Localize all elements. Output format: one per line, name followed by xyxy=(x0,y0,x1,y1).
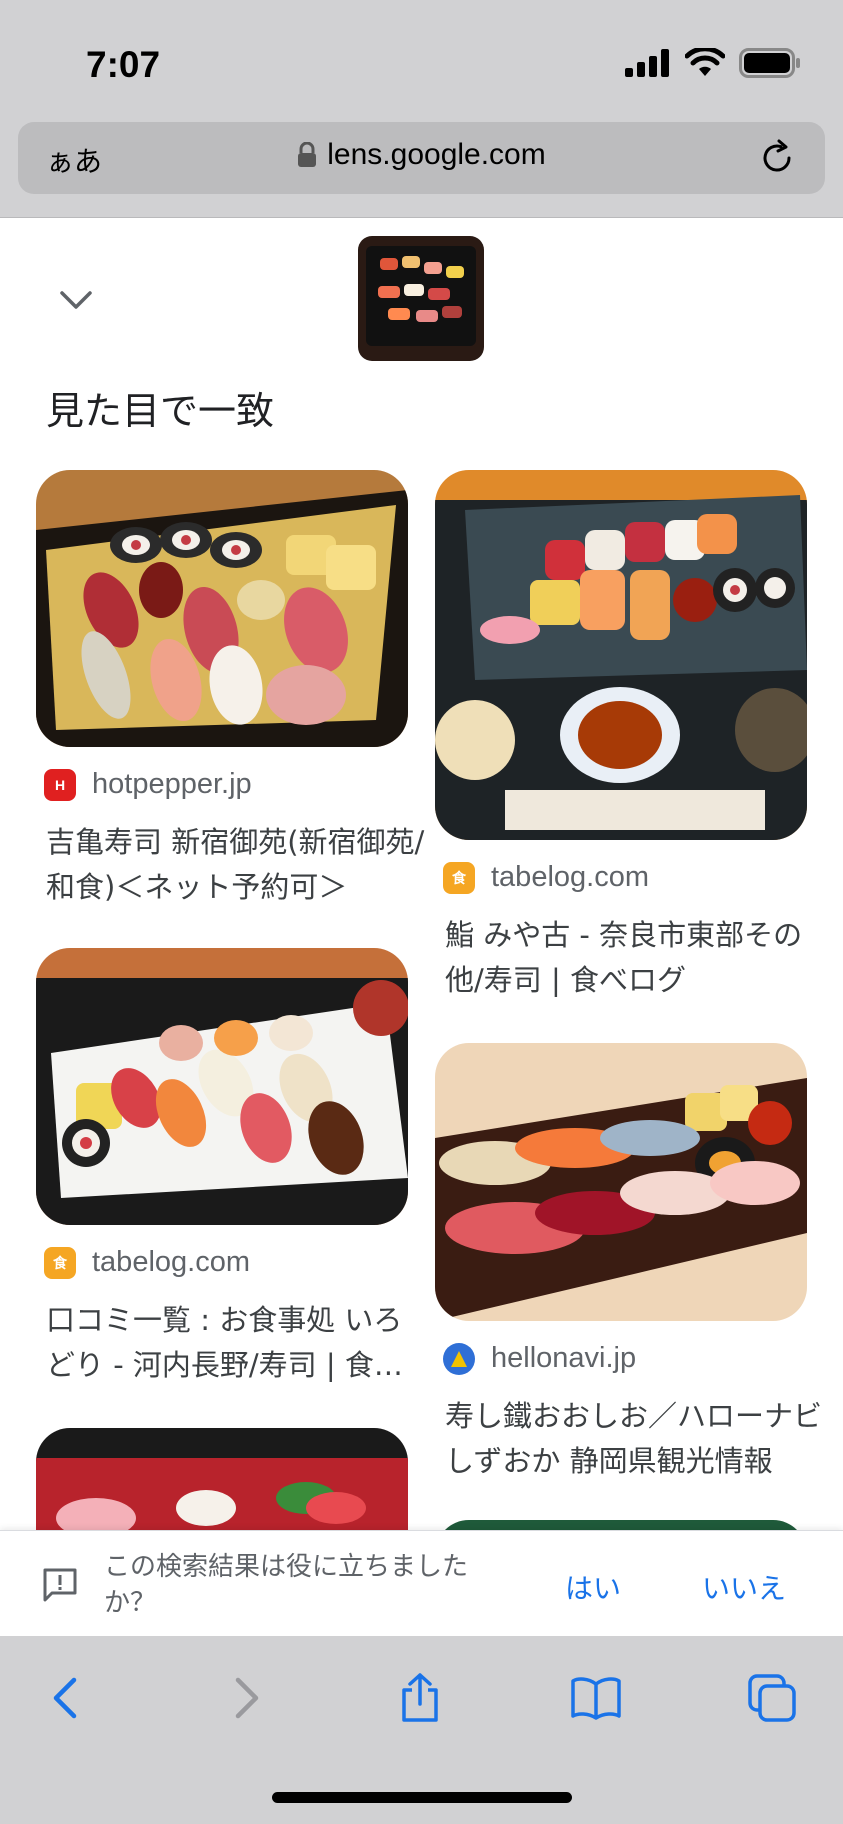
query-image-thumbnail[interactable] xyxy=(358,236,484,361)
result-caption-2[interactable]: 鮨 みや古 - 奈良市東部その他/寿司 | 食べログ xyxy=(445,913,825,1003)
feedback-bar: この検索結果は役に立ちましたか？ はい いいえ xyxy=(0,1530,843,1636)
wifi-icon xyxy=(685,48,725,76)
forward-icon[interactable] xyxy=(220,1672,272,1724)
hotpepper-favicon-icon: H xyxy=(44,768,76,801)
signal-icon xyxy=(625,49,669,77)
result-image-2[interactable] xyxy=(435,470,807,840)
result-source-2[interactable]: 食 tabelog.com xyxy=(443,861,649,894)
section-title: 見た目で一致 xyxy=(46,389,275,433)
result-caption-1[interactable]: 吉亀寿司 新宿御苑(新宿御苑/和食)＜ネット予約可＞ xyxy=(46,820,426,910)
tabelog-favicon-icon: 食 xyxy=(443,861,475,894)
bookmarks-icon[interactable] xyxy=(570,1672,622,1724)
result-source-4[interactable]: hellonavi.jp xyxy=(443,1342,636,1375)
lock-icon xyxy=(298,142,317,167)
hellonavi-favicon-icon xyxy=(443,1342,475,1375)
share-icon[interactable] xyxy=(394,1672,446,1724)
reload-icon[interactable] xyxy=(757,138,797,178)
feedback-question: この検索結果は役に立ちましたか？ xyxy=(104,1552,469,1618)
result-image-4[interactable] xyxy=(435,1043,807,1321)
address-bar[interactable]: ぁあ lens.google.com xyxy=(18,122,825,194)
feedback-yes-button[interactable]: はい xyxy=(565,1567,621,1607)
status-icons xyxy=(625,48,801,78)
feedback-no-button[interactable]: いいえ xyxy=(702,1567,786,1607)
tabs-icon[interactable] xyxy=(746,1672,798,1724)
back-icon[interactable] xyxy=(40,1672,92,1724)
result-caption-4[interactable]: 寿し鐵おおしお／ハローナビしずおか 静岡県観光情報 xyxy=(445,1394,825,1484)
status-time: 7:07 xyxy=(86,44,161,85)
result-caption-3[interactable]: 口コミ一覧 : お食事処 いろどり - 河内長野/寿司 | 食べログ xyxy=(46,1298,426,1388)
browser-top-chrome: 7:07 ぁあ lens.google.com xyxy=(0,0,843,218)
result-source-3[interactable]: 食 tabelog.com xyxy=(44,1246,250,1279)
chevron-down-icon[interactable] xyxy=(56,280,96,320)
feedback-icon xyxy=(43,1568,77,1602)
result-source-1[interactable]: H hotpepper.jp xyxy=(44,768,252,801)
url-text: lens.google.com xyxy=(327,138,546,171)
result-image-1[interactable] xyxy=(36,470,408,747)
battery-icon xyxy=(739,48,800,78)
url-display[interactable]: lens.google.com xyxy=(18,138,825,172)
result-image-3[interactable] xyxy=(36,948,408,1225)
tabelog-favicon-icon: 食 xyxy=(44,1246,76,1279)
home-indicator xyxy=(272,1792,572,1803)
